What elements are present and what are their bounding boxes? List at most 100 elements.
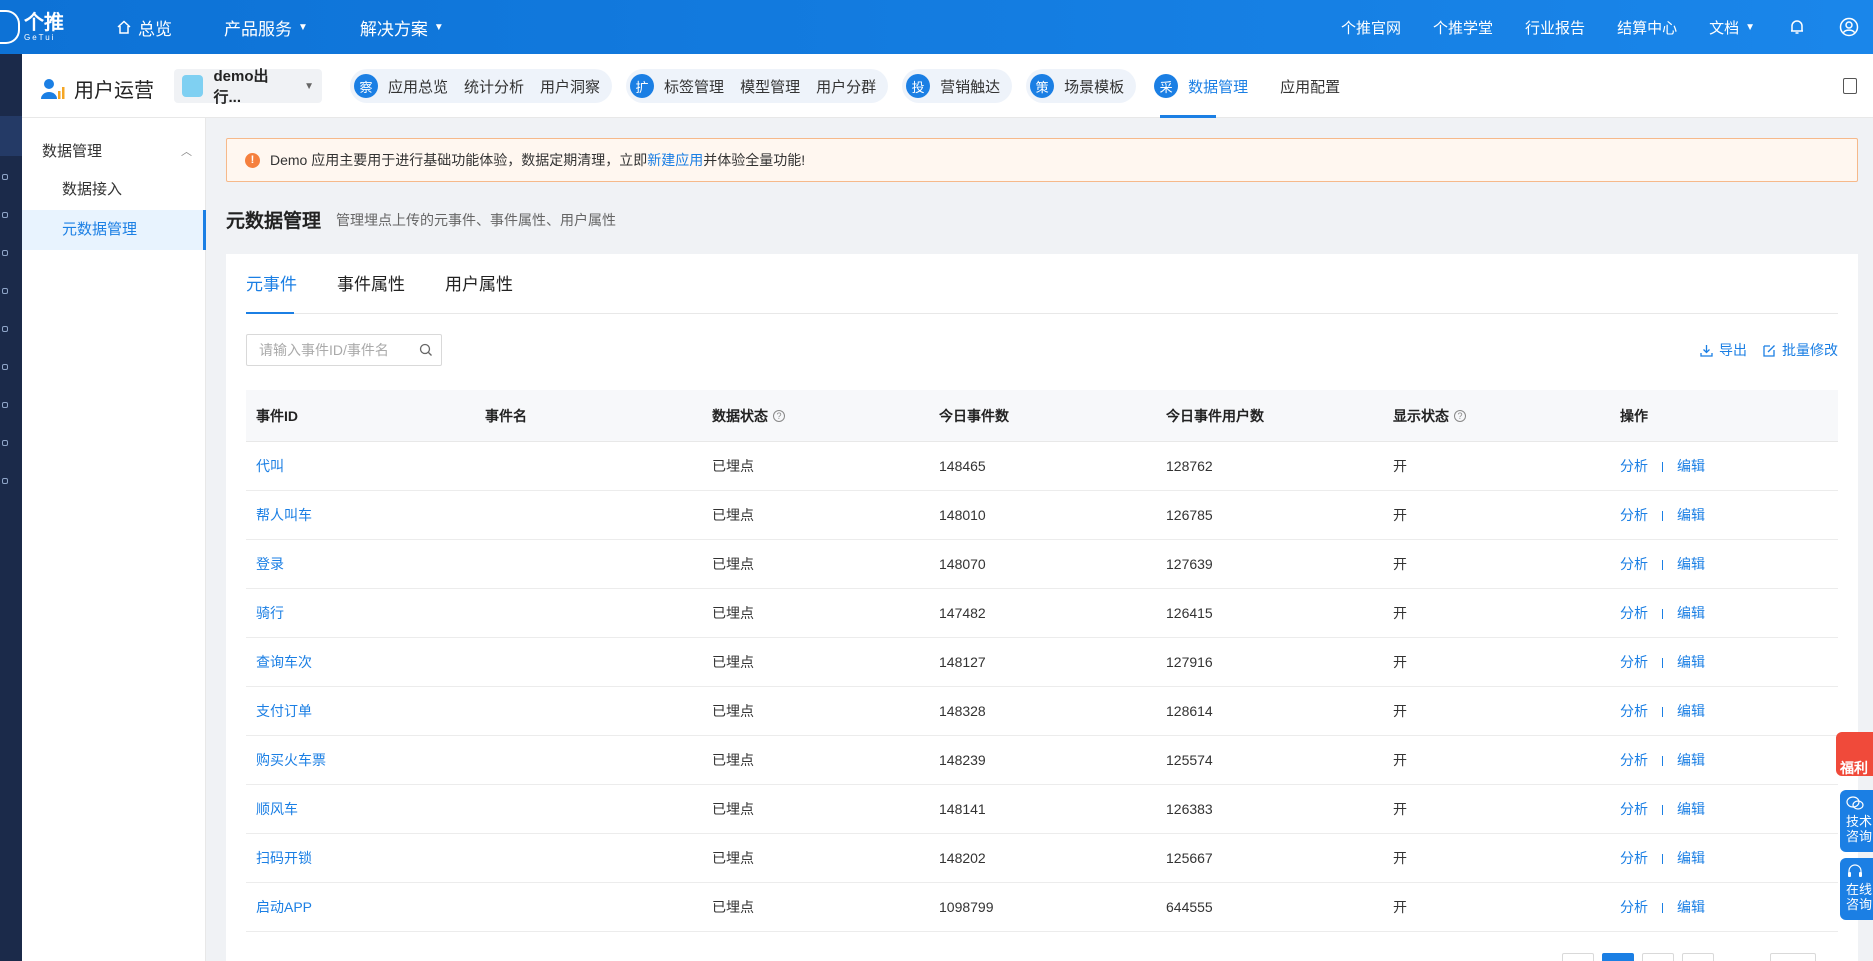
sidebar-mini-icon[interactable] [2, 288, 8, 294]
sidebar-mini-icon[interactable] [2, 440, 8, 446]
side-menu-item-metadata[interactable]: 元数据管理 [22, 210, 206, 250]
analyze-link[interactable]: 分析 [1620, 556, 1648, 572]
nav-industry-report[interactable]: 行业报告 [1525, 17, 1585, 38]
event-id-link[interactable]: 登录 [256, 556, 284, 572]
analyze-link[interactable]: 分析 [1620, 458, 1648, 474]
data-status-cell: 已埋点 [712, 850, 754, 866]
side-menu-group[interactable]: 数据管理 ︿ [42, 140, 192, 161]
event-id-link[interactable]: 支付订单 [256, 703, 312, 719]
edit-link[interactable]: 编辑 [1677, 654, 1705, 670]
tab-tag-management[interactable]: 标签管理 [664, 76, 724, 97]
tab-event-properties[interactable]: 事件属性 [337, 270, 405, 313]
side-menu: 数据管理 ︿ 数据接入 元数据管理 [22, 118, 206, 961]
analyze-link[interactable]: 分析 [1620, 899, 1648, 915]
pager-page-current[interactable] [1602, 953, 1634, 961]
welfare-gift-widget[interactable]: 福利 [1836, 722, 1873, 778]
edit-link[interactable]: 编辑 [1677, 899, 1705, 915]
pager-size-select[interactable] [1770, 953, 1816, 961]
document-icon[interactable] [1843, 78, 1857, 94]
tech-consult-button[interactable]: 技术咨询 [1840, 790, 1873, 852]
tab-user-insight[interactable]: 用户洞察 [540, 76, 600, 97]
tab-meta-events[interactable]: 元事件 [246, 270, 297, 314]
tab-user-segments[interactable]: 用户分群 [816, 76, 876, 97]
edit-link[interactable]: 编辑 [1677, 752, 1705, 768]
sidebar-mini-icon[interactable] [2, 326, 8, 332]
event-id-link[interactable]: 代叫 [256, 458, 284, 474]
edit-link[interactable]: 编辑 [1677, 801, 1705, 817]
event-id-link[interactable]: 启动APP [256, 899, 312, 915]
edit-link[interactable]: 编辑 [1677, 850, 1705, 866]
edit-link[interactable]: 编辑 [1677, 703, 1705, 719]
event-id-link[interactable]: 扫码开锁 [256, 850, 312, 866]
tab-data-management[interactable]: 数据管理 [1188, 76, 1248, 97]
nav-billing-center[interactable]: 结算中心 [1617, 17, 1677, 38]
analyze-link[interactable]: 分析 [1620, 507, 1648, 523]
nav-official-site[interactable]: 个推官网 [1341, 17, 1401, 38]
tab-scene-templates[interactable]: 场景模板 [1064, 76, 1124, 97]
event-id-link[interactable]: 骑行 [256, 605, 284, 621]
actions-cell: 分析 编辑 [1610, 750, 1838, 770]
side-menu-item-data-access[interactable]: 数据接入 [22, 170, 206, 210]
pager-page[interactable] [1682, 953, 1714, 961]
export-button[interactable]: 导出 [1700, 340, 1747, 360]
pager-page[interactable] [1642, 953, 1674, 961]
event-id-link[interactable]: 购买火车票 [256, 752, 326, 768]
notification-button[interactable] [1787, 17, 1807, 37]
getui-logo[interactable]: 个推 GeTui [0, 6, 70, 48]
online-consult-button[interactable]: 在线咨询 [1840, 858, 1873, 920]
create-app-link[interactable]: 新建应用 [647, 150, 703, 170]
today-users-cell: 644555 [1166, 899, 1213, 915]
analyze-link[interactable]: 分析 [1620, 850, 1648, 866]
batch-edit-button[interactable]: 批量修改 [1763, 340, 1838, 360]
edit-link[interactable]: 编辑 [1677, 507, 1705, 523]
analyze-link[interactable]: 分析 [1620, 752, 1648, 768]
nav-docs[interactable]: 文档 ▼ [1709, 17, 1755, 38]
action-separator [1662, 560, 1663, 571]
actions-cell: 分析 编辑 [1610, 799, 1838, 819]
pager-prev-button[interactable] [1562, 953, 1594, 961]
nav-academy[interactable]: 个推学堂 [1433, 17, 1493, 38]
table-body: 代叫 已埋点 148465 128762 开分析 编辑 帮人叫车 已埋点 148010 12678… [246, 442, 1838, 932]
nav-overview[interactable]: 总览 [116, 15, 172, 40]
tab-model-management[interactable]: 模型管理 [740, 76, 800, 97]
actions-cell: 分析 编辑 [1610, 505, 1838, 525]
tab-app-overview[interactable]: 应用总览 [388, 76, 448, 97]
today-events-cell: 148010 [939, 507, 986, 523]
display-status-cell: 开 [1393, 899, 1407, 915]
question-icon[interactable]: ? [773, 409, 785, 422]
tab-statistics[interactable]: 统计分析 [464, 76, 524, 97]
analyze-link[interactable]: 分析 [1620, 605, 1648, 621]
sidebar-mini-icon[interactable] [2, 364, 8, 370]
event-id-link[interactable]: 顺风车 [256, 801, 298, 817]
collapsed-sidebar-selected[interactable] [0, 116, 22, 156]
collapsed-app-sidebar [0, 54, 22, 961]
sidebar-mini-icon[interactable] [2, 212, 8, 218]
tab-user-properties[interactable]: 用户属性 [445, 270, 513, 313]
analyze-link[interactable]: 分析 [1620, 801, 1648, 817]
col-header-today-events: 今日事件数 [939, 407, 1009, 424]
sidebar-mini-icon[interactable] [2, 402, 8, 408]
nav-solutions[interactable]: 解决方案 ▼ [360, 15, 444, 40]
table-row: 启动APP 已埋点 1098799 644555 开 分析 编辑 [246, 883, 1838, 932]
edit-link[interactable]: 编辑 [1677, 458, 1705, 474]
sidebar-mini-icon[interactable] [2, 478, 8, 484]
event-search-input[interactable] [259, 342, 409, 358]
event-id-link[interactable]: 查询车次 [256, 654, 312, 670]
question-icon[interactable]: ? [1454, 409, 1466, 422]
analyze-link[interactable]: 分析 [1620, 654, 1648, 670]
app-selector[interactable]: demo出行... ▼ [174, 68, 322, 106]
analyze-link[interactable]: 分析 [1620, 703, 1648, 719]
edit-link[interactable]: 编辑 [1677, 605, 1705, 621]
sidebar-mini-icon[interactable] [2, 250, 8, 256]
search-icon[interactable] [419, 343, 433, 357]
sidebar-mini-icon[interactable] [2, 174, 8, 180]
today-events-cell: 148328 [939, 703, 986, 719]
event-id-link[interactable]: 帮人叫车 [256, 507, 312, 523]
edit-link[interactable]: 编辑 [1677, 556, 1705, 572]
tab-marketing[interactable]: 营销触达 [940, 76, 1000, 97]
table-row: 登录 已埋点 148070 127639 开 分析 编辑 [246, 540, 1838, 589]
action-separator [1662, 854, 1663, 865]
tab-app-config[interactable]: 应用配置 [1280, 76, 1340, 97]
nav-products[interactable]: 产品服务 ▼ [224, 15, 308, 40]
user-avatar-button[interactable] [1839, 17, 1859, 37]
